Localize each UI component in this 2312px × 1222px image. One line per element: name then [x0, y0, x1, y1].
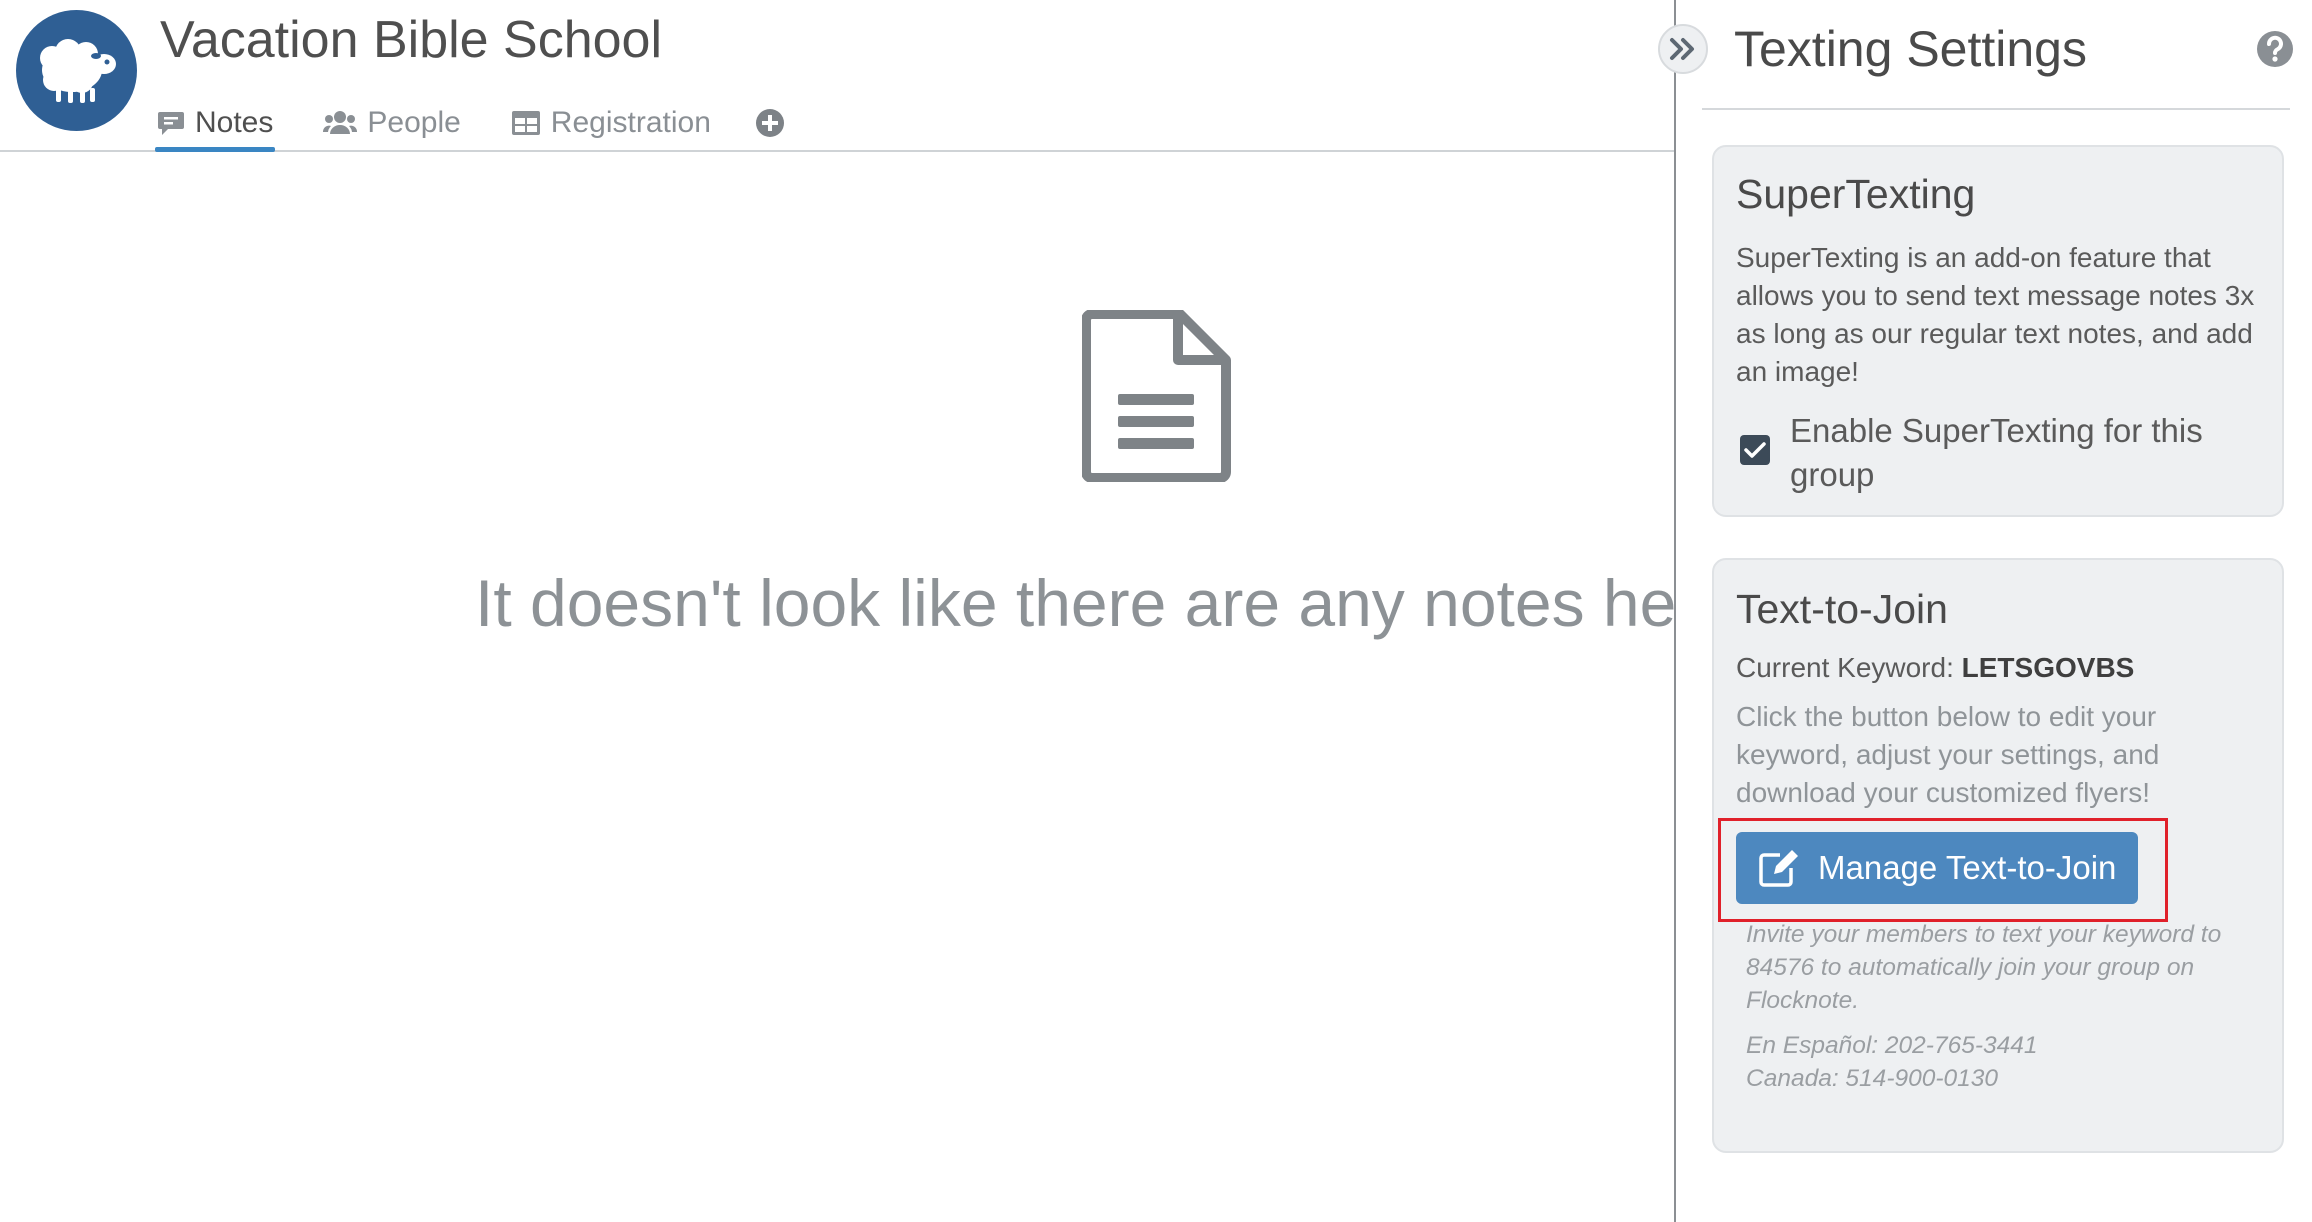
espanol-number: En Español: 202-765-3441	[1746, 1032, 2038, 1059]
supertexting-heading: SuperTexting	[1736, 171, 1976, 217]
texting-settings-panel: Texting Settings SuperTexting SuperTexti…	[1674, 0, 2312, 1222]
plus-circle-icon	[755, 108, 784, 137]
group-header: Vacation Bible School Notes People Regis…	[0, 0, 1675, 152]
note-icon	[157, 109, 185, 137]
double-chevron-right-icon	[1670, 38, 1694, 60]
collapse-panel-button[interactable]	[1658, 24, 1708, 74]
panel-divider	[1702, 108, 2290, 110]
manage-text-to-join-label: Manage Text-to-Join	[1818, 849, 2117, 886]
table-icon	[511, 110, 541, 136]
canada-number: Canada: 514-900-0130	[1746, 1065, 1999, 1092]
group-logo[interactable]	[16, 10, 137, 131]
supertexting-description: SuperTexting is an add-on feature that a…	[1736, 242, 2255, 387]
supertexting-checkbox-label[interactable]: Enable SuperTexting for this group	[1790, 409, 2260, 497]
group-tabs: Notes People Registration	[155, 95, 785, 152]
empty-notes-message: It doesn't look like there are any notes…	[475, 566, 1675, 640]
add-tab-button[interactable]	[755, 95, 785, 150]
help-icon[interactable]	[2256, 30, 2294, 73]
check-icon	[1744, 442, 1766, 458]
tab-people-label: People	[367, 105, 461, 139]
current-keyword: Current Keyword: LETSGOVBS	[1736, 652, 2134, 684]
text-to-join-card: Text-to-Join Current Keyword: LETSGOVBS …	[1712, 558, 2284, 1153]
keyword-value: LETSGOVBS	[1961, 652, 2135, 683]
keyword-label: Current Keyword:	[1736, 652, 1954, 683]
edit-icon	[1758, 849, 1800, 887]
supertexting-card: SuperTexting SuperTexting is an add-on f…	[1712, 145, 2284, 517]
supertexting-checkbox[interactable]	[1740, 435, 1770, 465]
tab-people[interactable]: People	[321, 95, 462, 150]
text-to-join-heading: Text-to-Join	[1736, 586, 1948, 632]
sheep-icon	[40, 39, 116, 103]
invite-instructions: Invite your members to text your keyword…	[1746, 921, 2222, 1014]
app: Vacation Bible School Notes People Regis…	[0, 0, 2312, 1222]
tab-registration[interactable]: Registration	[509, 95, 713, 150]
text-to-join-instructions: Click the button below to edit your keyw…	[1736, 701, 2160, 808]
document-icon	[1081, 309, 1232, 487]
people-icon	[323, 110, 358, 136]
panel-title: Texting Settings	[1734, 21, 2087, 77]
tab-notes[interactable]: Notes	[155, 95, 276, 152]
main-content: Vacation Bible School Notes People Regis…	[0, 0, 1675, 1222]
tab-registration-label: Registration	[550, 105, 711, 139]
manage-text-to-join-button[interactable]: Manage Text-to-Join	[1736, 832, 2138, 904]
group-title: Vacation Bible School	[160, 11, 663, 69]
tab-notes-label: Notes	[195, 105, 274, 139]
